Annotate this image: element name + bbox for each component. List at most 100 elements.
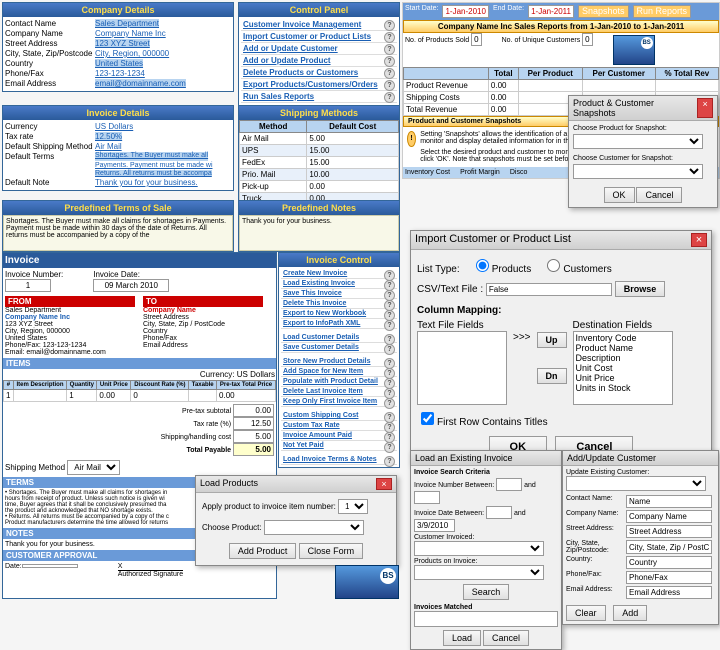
ship-cell[interactable]: FedEx	[240, 157, 307, 169]
ship-cell[interactable]: Pick-up	[240, 181, 307, 193]
inv-control-link[interactable]: Export to InfoPath XML	[281, 319, 397, 329]
inv-control-link[interactable]: Load Invoice Terms & Notes	[281, 455, 397, 465]
control-link[interactable]: Customer Invoice Management	[241, 19, 397, 31]
inv-num[interactable]: 1	[5, 279, 51, 292]
ship-value[interactable]: Air Mail	[95, 142, 122, 151]
snap-customer-select[interactable]	[573, 164, 703, 179]
street-value[interactable]: 123 XYZ Street	[95, 39, 150, 48]
ship-cell[interactable]: 5.00	[307, 133, 399, 145]
country-input[interactable]	[626, 556, 712, 569]
date-from-input[interactable]	[486, 506, 512, 519]
num-from-input[interactable]	[496, 478, 522, 491]
csz-value[interactable]: City, Region, 000000	[95, 49, 169, 58]
snapshots-button[interactable]: Snapshots	[578, 5, 629, 18]
to-country[interactable]: Country	[143, 328, 263, 335]
snap-ok-button[interactable]: OK	[604, 187, 635, 203]
inv-control-link[interactable]: Populate with Product Detail	[281, 377, 397, 387]
load-cancel-button[interactable]: Cancel	[483, 630, 529, 646]
apply-num-select[interactable]: 1	[338, 499, 368, 514]
up-button[interactable]: Up	[537, 332, 567, 348]
date-to-input[interactable]	[414, 519, 455, 532]
inv-control-link[interactable]: Load Customer Details	[281, 333, 397, 343]
inv-control-link[interactable]: Not Yet Paid	[281, 441, 397, 451]
sig-x[interactable]: X	[118, 563, 183, 570]
inv-control-link[interactable]: Save This Invoice	[281, 289, 397, 299]
end-date[interactable]: 1-Jan-2011	[528, 5, 574, 18]
email-value[interactable]: email@domainname.com	[95, 79, 186, 88]
inv-control-link[interactable]: Custom Tax Rate	[281, 421, 397, 431]
inv-control-link[interactable]: Create New Invoice	[281, 269, 397, 279]
to-co[interactable]: Company Name	[143, 307, 263, 314]
add-product-button[interactable]: Add Product	[229, 543, 297, 559]
control-link[interactable]: Run Sales Reports	[241, 91, 397, 103]
tax-value[interactable]: 12.50%	[95, 132, 122, 141]
existing-cust-select[interactable]	[566, 476, 706, 491]
first-row-checkbox[interactable]	[421, 412, 434, 425]
num-to-input[interactable]	[414, 491, 440, 504]
to-phone[interactable]: Phone/Fax	[143, 335, 263, 342]
currency-value[interactable]: US Dollars	[95, 122, 133, 131]
ship-cell[interactable]: UPS	[240, 145, 307, 157]
country-value[interactable]: United States	[95, 59, 143, 68]
terms-3[interactable]: Returns. All returns must be accompa	[95, 170, 212, 177]
close-icon[interactable]: ×	[697, 98, 713, 118]
contact-name-value[interactable]: Sales Department	[95, 19, 159, 28]
ship-cell[interactable]: 0.00	[307, 181, 399, 193]
phone-input[interactable]	[626, 571, 712, 584]
contact-input[interactable]	[626, 495, 712, 508]
shipmethod-select[interactable]: Air Mail	[67, 460, 120, 475]
inv-control-link[interactable]: Load Existing Invoice	[281, 279, 397, 289]
load-button[interactable]: Load	[443, 630, 481, 646]
inv-date[interactable]: 09 March 2010	[93, 279, 169, 292]
run-reports-button[interactable]: Run Reports	[633, 5, 692, 18]
email-input[interactable]	[626, 586, 712, 599]
inv-control-link[interactable]: Export to New Workbook	[281, 309, 397, 319]
add-button[interactable]: Add	[613, 605, 647, 621]
ship-cell[interactable]: 15.00	[307, 157, 399, 169]
phone-value[interactable]: 123-123-1234	[95, 69, 145, 78]
txt-fields-list[interactable]	[417, 331, 507, 405]
snap-cancel-button[interactable]: Cancel	[636, 187, 682, 203]
clear-button[interactable]: Clear	[566, 605, 606, 621]
to-csz[interactable]: City, State, Zip / PostCode	[143, 321, 263, 328]
start-date[interactable]: 1-Jan-2010	[442, 5, 488, 18]
close-form-button[interactable]: Close Form	[299, 543, 364, 559]
inv-control-link[interactable]: Keep Only First Invoice Item	[281, 397, 397, 407]
matched-list[interactable]	[414, 611, 558, 627]
inv-control-link[interactable]: Save Customer Details	[281, 343, 397, 353]
to-street[interactable]: Street Address	[143, 314, 263, 321]
inv-control-link[interactable]: Add Space for New Item	[281, 367, 397, 377]
inv-control-link[interactable]: Invoice Amount Paid	[281, 431, 397, 441]
street-input[interactable]	[626, 525, 712, 538]
ship-cell[interactable]: Prio. Mail	[240, 169, 307, 181]
inv-control-link[interactable]: Store New Product Details	[281, 357, 397, 367]
prod-select[interactable]	[414, 565, 544, 580]
dn-button[interactable]: Dn	[537, 368, 567, 384]
browse-button[interactable]: Browse	[615, 281, 666, 297]
inv-control-link[interactable]: Delete Last Invoice Item	[281, 387, 397, 397]
control-link[interactable]: Export Products/Customers/Orders	[241, 79, 397, 91]
dest-fields-list[interactable]: Inventory CodeProduct NameDescriptionUni…	[573, 331, 673, 405]
snap-product-select[interactable]	[573, 134, 703, 149]
close-icon[interactable]: ×	[376, 478, 392, 490]
control-link[interactable]: Import Customer or Product Lists	[241, 31, 397, 43]
customers-radio[interactable]	[547, 259, 560, 272]
ship-cell[interactable]: 15.00	[307, 145, 399, 157]
terms-2[interactable]: Payments. Payment must be made wi	[95, 162, 213, 169]
company-name-value[interactable]: Company Name Inc	[95, 29, 166, 38]
co-input[interactable]	[626, 510, 712, 523]
products-radio[interactable]	[476, 259, 489, 272]
close-icon[interactable]: ×	[691, 233, 707, 247]
ship-cell[interactable]: Air Mail	[240, 133, 307, 145]
terms-1[interactable]: Shortages. The Buyer must make all	[95, 152, 208, 161]
note-value[interactable]: Thank you for your business.	[95, 178, 198, 187]
csv-path-input[interactable]	[486, 283, 612, 296]
csz-input[interactable]	[626, 540, 712, 554]
choose-product-select[interactable]	[264, 520, 364, 535]
inv-control-link[interactable]: Custom Shipping Cost	[281, 411, 397, 421]
control-link[interactable]: Add or Update Product	[241, 55, 397, 67]
control-link[interactable]: Add or Update Customer	[241, 43, 397, 55]
search-button[interactable]: Search	[463, 584, 510, 600]
ship-cell[interactable]: 10.00	[307, 169, 399, 181]
to-email[interactable]: Email Address	[143, 342, 263, 349]
